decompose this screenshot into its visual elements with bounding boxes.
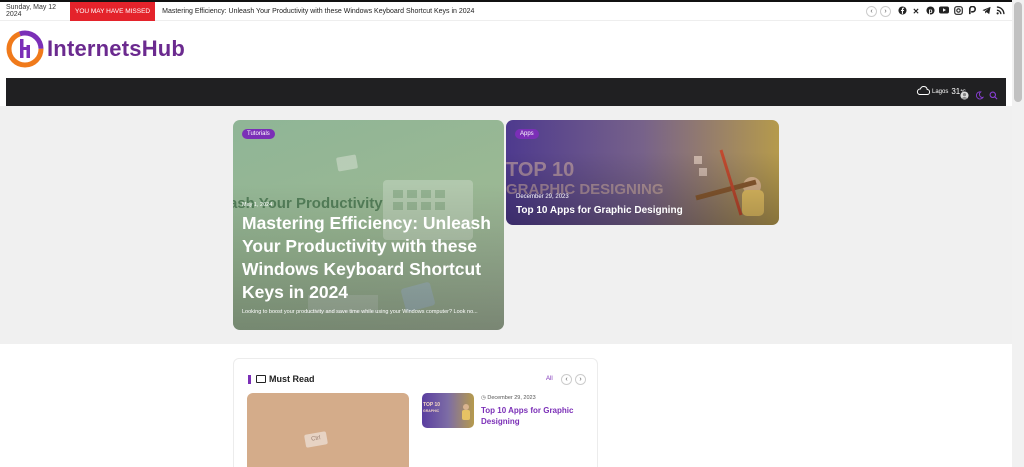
current-date: Sunday, May 12 2024 bbox=[6, 4, 57, 18]
section-next-button[interactable]: › bbox=[575, 374, 586, 385]
svg-text:p: p bbox=[928, 8, 932, 15]
post-date: ◷ December 29, 2023 bbox=[481, 395, 536, 401]
cloud-icon bbox=[916, 86, 931, 97]
you-may-have-missed-label: YOU MAY HAVE MISSED bbox=[70, 1, 156, 21]
category-badge[interactable]: Tutorials bbox=[242, 129, 275, 139]
post-title[interactable]: Top 10 Apps for Graphic Designing bbox=[516, 205, 683, 216]
ticker-arrows: ‹ › bbox=[866, 6, 891, 17]
post-date: December 29, 2023 bbox=[516, 194, 569, 200]
must-read-section: Must Read All ‹ › Ctrl TOP 10 GRAPHIC ◷ D… bbox=[233, 358, 598, 467]
newspaper-icon bbox=[256, 375, 266, 383]
dark-mode-toggle-icon[interactable] bbox=[975, 87, 985, 100]
svg-text:GRAPHIC: GRAPHIC bbox=[423, 409, 440, 413]
youtube-icon[interactable] bbox=[939, 6, 949, 18]
top-bar: Sunday, May 12 2024 YOU MAY HAVE MISSED … bbox=[0, 0, 1012, 21]
category-badge[interactable]: Apps bbox=[515, 129, 539, 139]
weather-widget: Lagos 31 ℃ bbox=[916, 86, 966, 97]
hero-section: ash Your Productivity Tutorials May 1, 2… bbox=[0, 106, 1012, 344]
featured-post-card[interactable]: ash Your Productivity Tutorials May 1, 2… bbox=[233, 120, 504, 330]
post-title[interactable]: Mastering Efficiency: Unleash Your Produ… bbox=[242, 212, 500, 304]
site-logo[interactable]: InternetsHub bbox=[6, 30, 185, 68]
section-heading: Must Read bbox=[256, 374, 315, 384]
ticker-next-button[interactable]: › bbox=[880, 6, 891, 17]
ticker-link[interactable]: Mastering Efficiency: Unleash Your Produ… bbox=[155, 8, 474, 15]
section-title: Must Read bbox=[269, 374, 315, 384]
pinterest-icon[interactable]: p bbox=[925, 6, 935, 18]
x-icon[interactable]: ✕ bbox=[911, 6, 921, 18]
view-all-link[interactable]: All bbox=[546, 376, 553, 382]
weather-temperature: 31 bbox=[951, 87, 961, 96]
post-excerpt: Looking to boost your productivity and s… bbox=[242, 309, 478, 315]
section-accent-bar bbox=[248, 375, 251, 384]
rss-icon[interactable] bbox=[995, 6, 1005, 18]
svg-text:TOP 10: TOP 10 bbox=[423, 402, 440, 408]
page-scrollbar[interactable] bbox=[1012, 0, 1024, 467]
user-avatar-icon[interactable] bbox=[960, 87, 969, 100]
section-prev-button[interactable]: ‹ bbox=[561, 374, 572, 385]
main-navigation: Lagos 31 ℃ bbox=[6, 78, 1006, 106]
facebook-icon[interactable] bbox=[897, 6, 907, 18]
logo-icon bbox=[6, 30, 44, 68]
weather-city: Lagos bbox=[932, 88, 949, 95]
ctrl-key-graphic: Ctrl bbox=[304, 431, 328, 448]
instagram-icon[interactable] bbox=[953, 6, 963, 18]
search-icon[interactable] bbox=[989, 87, 998, 100]
secondary-post-card[interactable]: TOP 10 GRAPHIC DESIGNING Apps December 2… bbox=[506, 120, 779, 225]
scrollbar-thumb[interactable] bbox=[1014, 2, 1022, 102]
post-thumbnail[interactable]: TOP 10 GRAPHIC bbox=[422, 393, 474, 428]
logo-text: InternetsHub bbox=[47, 36, 186, 61]
telegram-icon[interactable] bbox=[981, 6, 991, 18]
post-date: May 1, 2024 bbox=[242, 202, 273, 208]
patreon-icon[interactable] bbox=[967, 5, 977, 18]
section-arrows: ‹ › bbox=[561, 374, 586, 385]
social-links: ✕ p bbox=[897, 5, 1005, 18]
clock-icon: ◷ bbox=[481, 395, 486, 401]
post-title[interactable]: Top 10 Apps for Graphic Designing bbox=[481, 405, 591, 427]
ticker-prev-button[interactable]: ‹ bbox=[866, 6, 877, 17]
must-read-featured-image[interactable]: Ctrl bbox=[247, 393, 409, 467]
